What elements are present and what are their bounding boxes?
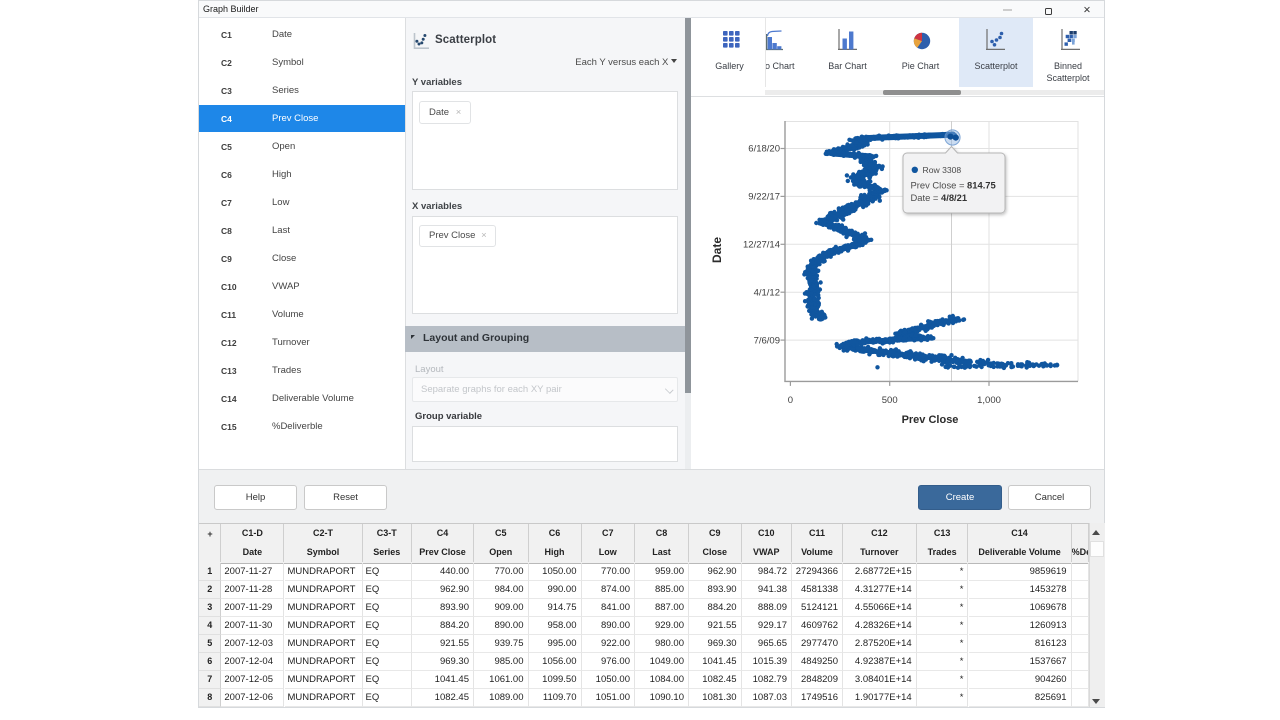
svg-text:500: 500 (882, 395, 898, 406)
svg-text:Date = 4/8/21: Date = 4/8/21 (911, 192, 968, 203)
svg-text:0: 0 (788, 395, 793, 406)
svg-text:6/18/20: 6/18/20 (748, 144, 780, 155)
svg-text:Date: Date (710, 237, 724, 263)
svg-text:9/22/17: 9/22/17 (748, 192, 780, 203)
svg-text:12/27/14: 12/27/14 (743, 240, 780, 251)
svg-text:Prev Close = 814.75: Prev Close = 814.75 (911, 180, 996, 191)
svg-text:Row 3308: Row 3308 (923, 165, 962, 175)
svg-text:7/6/09: 7/6/09 (754, 335, 780, 346)
svg-text:1,000: 1,000 (977, 395, 1001, 406)
svg-text:Prev Close: Prev Close (902, 414, 959, 426)
svg-text:4/1/12: 4/1/12 (754, 287, 780, 298)
